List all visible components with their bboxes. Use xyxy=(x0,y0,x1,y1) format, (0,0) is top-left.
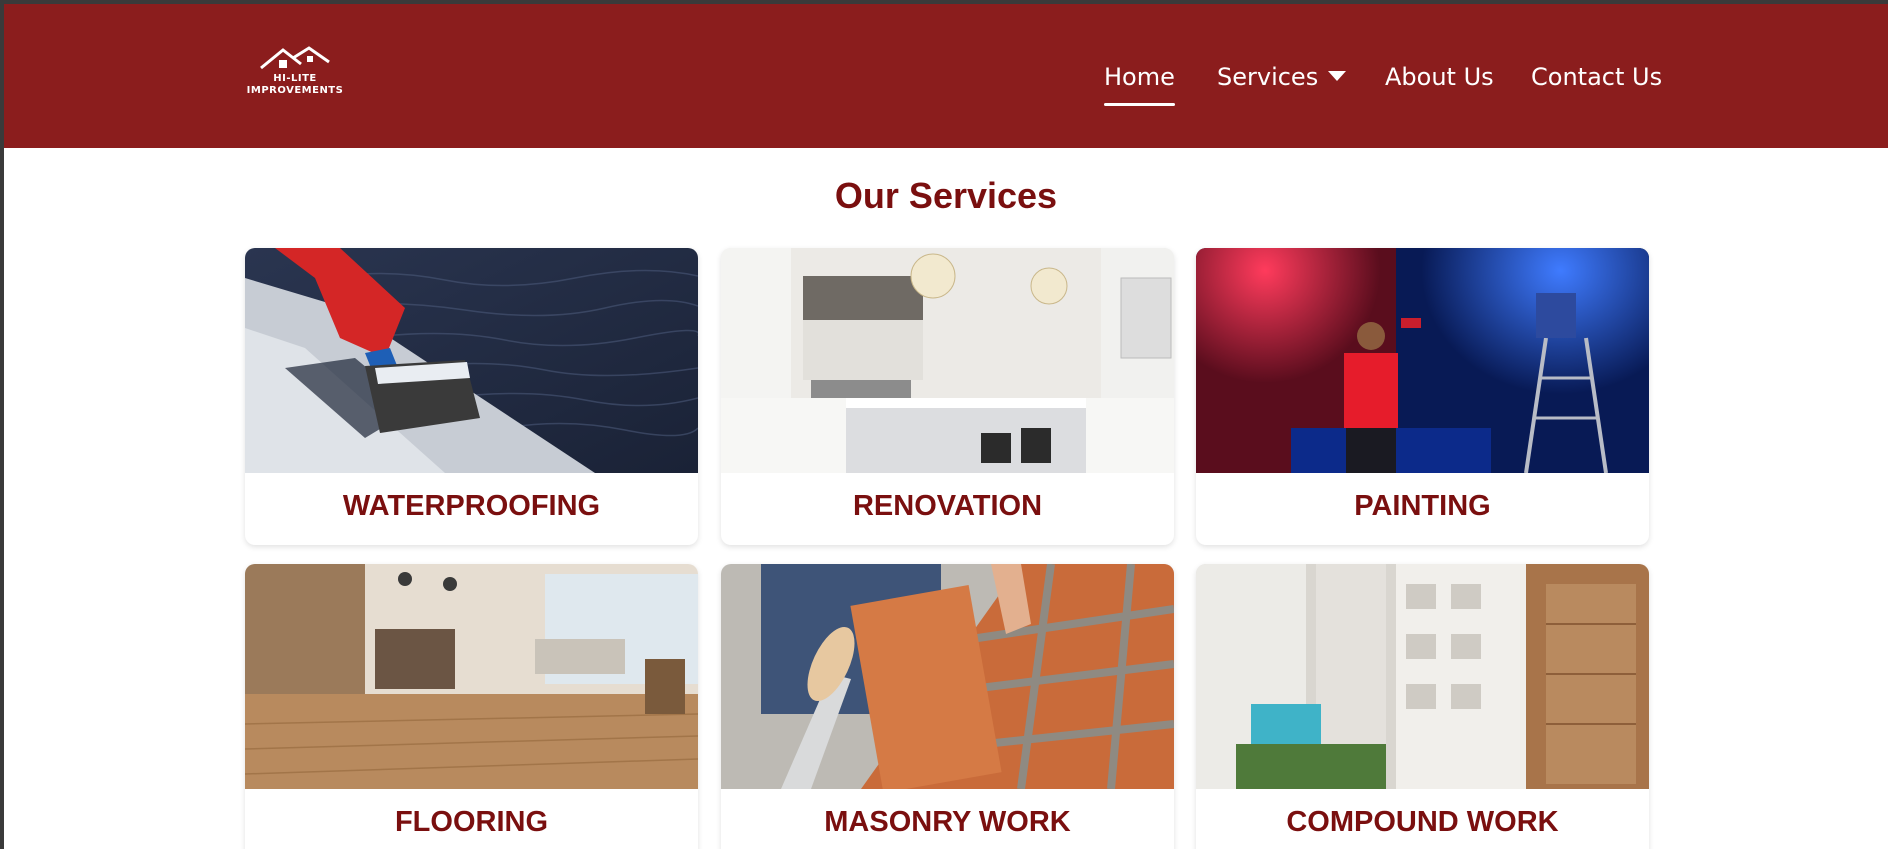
brand-name-line2: IMPROVEMENTS xyxy=(246,85,344,96)
service-label: MASONRY WORK xyxy=(824,806,1071,838)
nav-contact-label: Contact Us xyxy=(1531,63,1663,91)
active-indicator xyxy=(1104,103,1175,106)
nav-home[interactable]: Home xyxy=(1104,62,1175,106)
service-label: FLOORING xyxy=(394,806,549,838)
brand-name-line1: HI-LITE xyxy=(273,73,317,84)
service-label: WATERPROOFING xyxy=(342,490,601,522)
masonry-image xyxy=(721,564,1174,789)
page-frame: HI-LITE IMPROVEMENTS Home Services About… xyxy=(4,4,1888,849)
nav-about-label: About Us xyxy=(1385,63,1494,91)
site-header: HI-LITE IMPROVEMENTS Home Services About… xyxy=(4,4,1888,148)
nav-services[interactable]: Services xyxy=(1217,62,1347,92)
service-card-flooring[interactable]: FLOORING xyxy=(245,564,698,849)
service-card-masonry-work[interactable]: MASONRY WORK xyxy=(721,564,1174,849)
nav-home-label: Home xyxy=(1104,63,1175,91)
service-card-renovation[interactable]: RENOVATION xyxy=(721,248,1174,545)
service-label: COMPOUND WORK xyxy=(1286,806,1559,838)
compound-image xyxy=(1196,564,1649,789)
house-roof-icon xyxy=(260,46,330,70)
nav-about[interactable]: About Us xyxy=(1385,62,1494,92)
service-card-waterproofing[interactable]: WATERPROOFING xyxy=(245,248,698,545)
flooring-image xyxy=(245,564,698,789)
section-title: Our Services xyxy=(834,175,1058,216)
brand-logo[interactable]: HI-LITE IMPROVEMENTS xyxy=(245,46,345,104)
nav-services-label: Services xyxy=(1217,63,1319,91)
service-card-compound-work[interactable]: COMPOUND WORK xyxy=(1196,564,1649,849)
nav-contact[interactable]: Contact Us xyxy=(1531,62,1662,92)
painting-image xyxy=(1196,248,1649,473)
service-label: PAINTING xyxy=(1354,490,1491,522)
renovation-image xyxy=(721,248,1174,473)
waterproofing-image xyxy=(245,248,698,473)
service-label: RENOVATION xyxy=(852,490,1043,522)
service-card-painting[interactable]: PAINTING xyxy=(1196,248,1649,545)
caret-down-icon xyxy=(1328,71,1347,81)
